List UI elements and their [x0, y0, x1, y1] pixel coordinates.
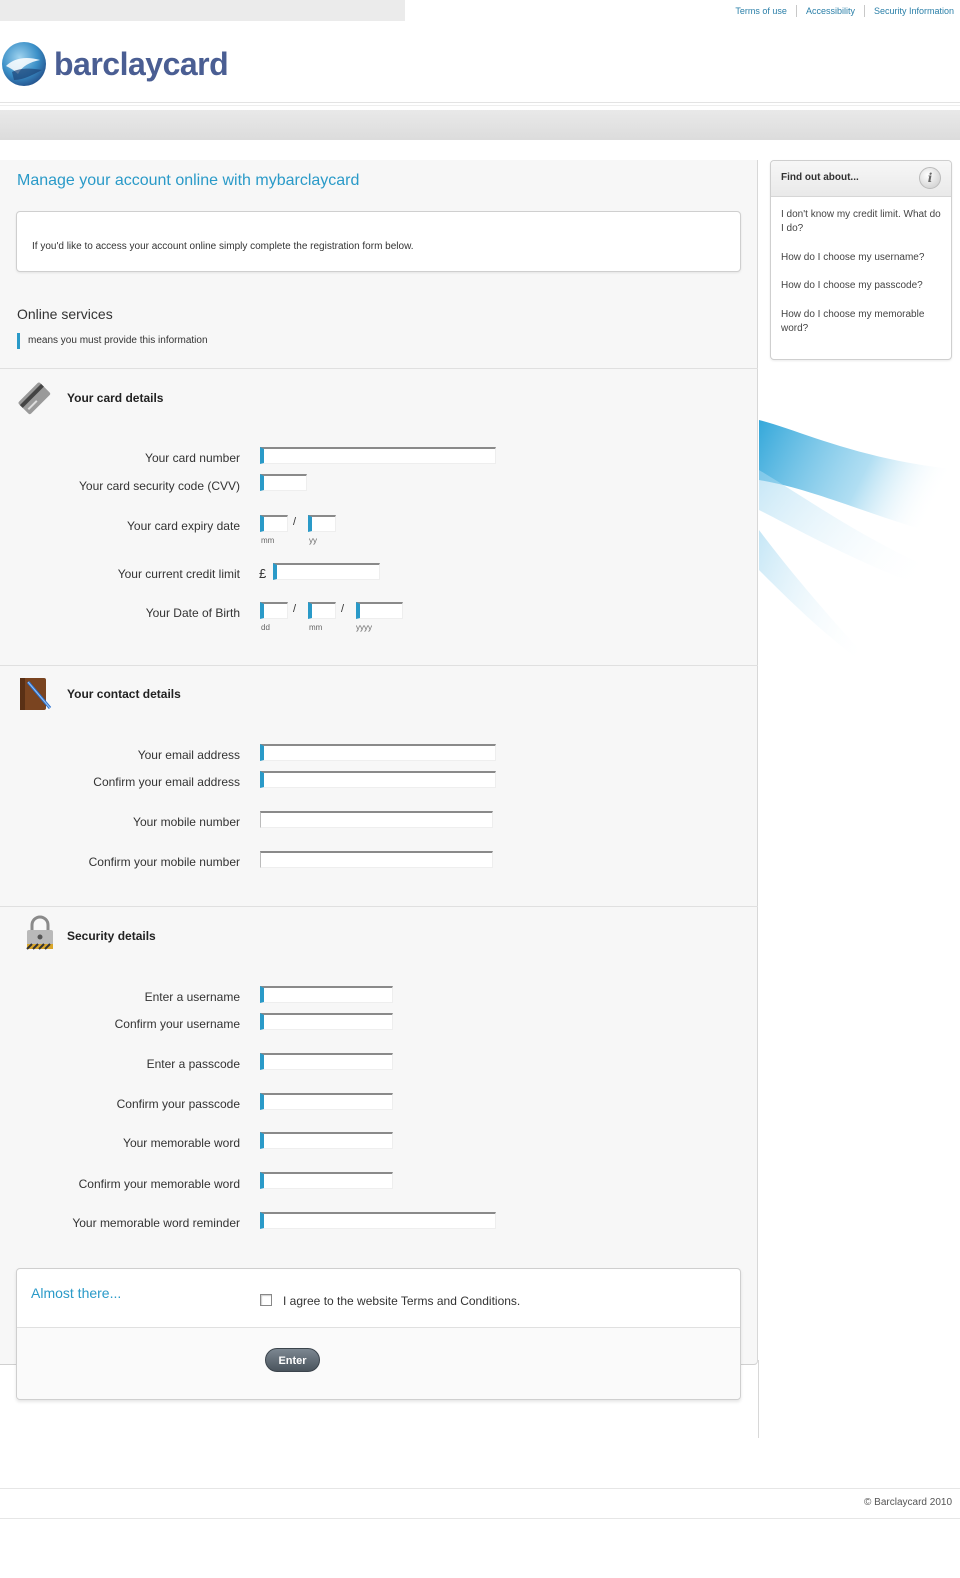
- barclaycard-logo[interactable]: barclaycard: [0, 40, 229, 88]
- help-link-memorable-word[interactable]: How do I choose my memorable word?: [781, 308, 943, 336]
- memorable-reminder-label: Your memorable word reminder: [72, 1216, 240, 1230]
- credit-limit-input[interactable]: [273, 563, 380, 580]
- enter-button[interactable]: Enter: [265, 1348, 320, 1372]
- sidebar-title: Find out about...: [781, 172, 859, 183]
- mobile-label: Your mobile number: [133, 815, 240, 829]
- decorative-swoosh: [759, 420, 960, 680]
- online-services-heading: Online services: [17, 306, 113, 322]
- dob-month-hint: mm: [309, 623, 323, 632]
- memorable-word-input[interactable]: [260, 1132, 393, 1149]
- required-note: means you must provide this information: [17, 333, 208, 349]
- confirm-mobile-label: Confirm your mobile number: [88, 855, 240, 869]
- credit-card-icon: [18, 382, 51, 415]
- terms-of-use-link[interactable]: Terms of use: [726, 5, 796, 17]
- dob-year-input[interactable]: [356, 602, 403, 619]
- cvv-label: Your card security code (CVV): [79, 479, 240, 493]
- confirm-memorable-word-label: Confirm your memorable word: [78, 1177, 240, 1191]
- dob-month-input[interactable]: [308, 602, 336, 619]
- expiry-year-input[interactable]: [308, 515, 336, 532]
- username-label: Enter a username: [144, 990, 240, 1004]
- footer-divider: [0, 1488, 960, 1489]
- submit-box: Almost there... I agree to the website T…: [16, 1268, 741, 1400]
- security-information-link[interactable]: Security Information: [863, 5, 954, 17]
- confirm-email-input[interactable]: [260, 771, 496, 788]
- sidebar-header: Find out about... i: [771, 161, 951, 197]
- section-divider: [0, 368, 758, 369]
- section-divider: [0, 906, 758, 907]
- intro-text: If you'd like to access your account onl…: [32, 241, 414, 252]
- card-number-input[interactable]: [260, 447, 496, 464]
- help-link-passcode[interactable]: How do I choose my passcode?: [781, 279, 943, 293]
- terms-checkbox[interactable]: [260, 1294, 272, 1306]
- logo-text: barclaycard: [54, 45, 229, 82]
- dob-label: Your Date of Birth: [145, 606, 240, 620]
- email-input[interactable]: [260, 744, 496, 761]
- divider: [758, 1360, 759, 1438]
- card-number-label: Your card number: [145, 451, 240, 465]
- help-sidebar: Find out about... i I don't know my cred…: [770, 160, 952, 360]
- expiry-month-input[interactable]: [260, 515, 288, 532]
- email-label: Your email address: [137, 748, 240, 762]
- eagle-logo-icon: [2, 42, 46, 86]
- dob-day-input[interactable]: [260, 602, 288, 619]
- almost-there-heading: Almost there...: [31, 1285, 122, 1301]
- expiry-month-hint: mm: [261, 536, 275, 545]
- dob-day-hint: dd: [261, 623, 270, 632]
- card-details-title: Your card details: [67, 391, 164, 405]
- confirm-passcode-label: Confirm your passcode: [116, 1097, 240, 1111]
- help-link-username[interactable]: How do I choose my username?: [781, 251, 943, 265]
- credit-limit-label: Your current credit limit: [117, 567, 240, 581]
- passcode-input[interactable]: [260, 1053, 393, 1070]
- passcode-label: Enter a passcode: [146, 1057, 240, 1071]
- page-title: Manage your account online with mybarcla…: [17, 172, 360, 189]
- confirm-passcode-input[interactable]: [260, 1093, 393, 1110]
- footer-divider: [0, 1518, 960, 1519]
- top-bar: [0, 0, 405, 21]
- terms-agree-label[interactable]: I agree to the website Terms and Conditi…: [283, 1294, 520, 1308]
- intro-box: If you'd like to access your account onl…: [16, 211, 741, 272]
- expiry-year-hint: yy: [309, 536, 317, 545]
- cvv-input[interactable]: [260, 474, 307, 491]
- confirm-username-label: Confirm your username: [114, 1017, 240, 1031]
- memorable-word-label: Your memorable word: [123, 1136, 240, 1150]
- help-link-credit-limit[interactable]: I don't know my credit limit. What do I …: [781, 208, 943, 236]
- info-icon[interactable]: i: [919, 167, 941, 189]
- divider: [0, 102, 960, 103]
- date-separator: /: [341, 603, 345, 615]
- date-separator: /: [293, 603, 297, 615]
- pound-sign: £: [259, 566, 267, 581]
- section-divider: [0, 665, 758, 666]
- nav-band: [0, 110, 960, 140]
- mobile-input[interactable]: [260, 811, 493, 828]
- confirm-username-input[interactable]: [260, 1013, 393, 1030]
- date-separator: /: [293, 516, 297, 528]
- confirm-email-label: Confirm your email address: [93, 775, 240, 789]
- expiry-label: Your card expiry date: [127, 519, 240, 533]
- padlock-icon: [26, 915, 53, 950]
- username-input[interactable]: [260, 986, 393, 1003]
- confirm-mobile-input[interactable]: [260, 851, 493, 868]
- memorable-reminder-input[interactable]: [260, 1212, 496, 1229]
- security-details-title: Security details: [67, 929, 156, 943]
- dob-year-hint: yyyy: [356, 623, 372, 632]
- divider: [17, 1327, 740, 1328]
- contact-details-title: Your contact details: [67, 687, 181, 701]
- address-book-icon: [20, 678, 52, 710]
- copyright: © Barclaycard 2010: [864, 1497, 952, 1508]
- utility-links: Terms of use Accessibility Security Info…: [726, 5, 954, 17]
- submit-area: [17, 1328, 740, 1399]
- accessibility-link[interactable]: Accessibility: [795, 5, 864, 17]
- divider: [0, 105, 960, 106]
- confirm-memorable-word-input[interactable]: [260, 1172, 393, 1189]
